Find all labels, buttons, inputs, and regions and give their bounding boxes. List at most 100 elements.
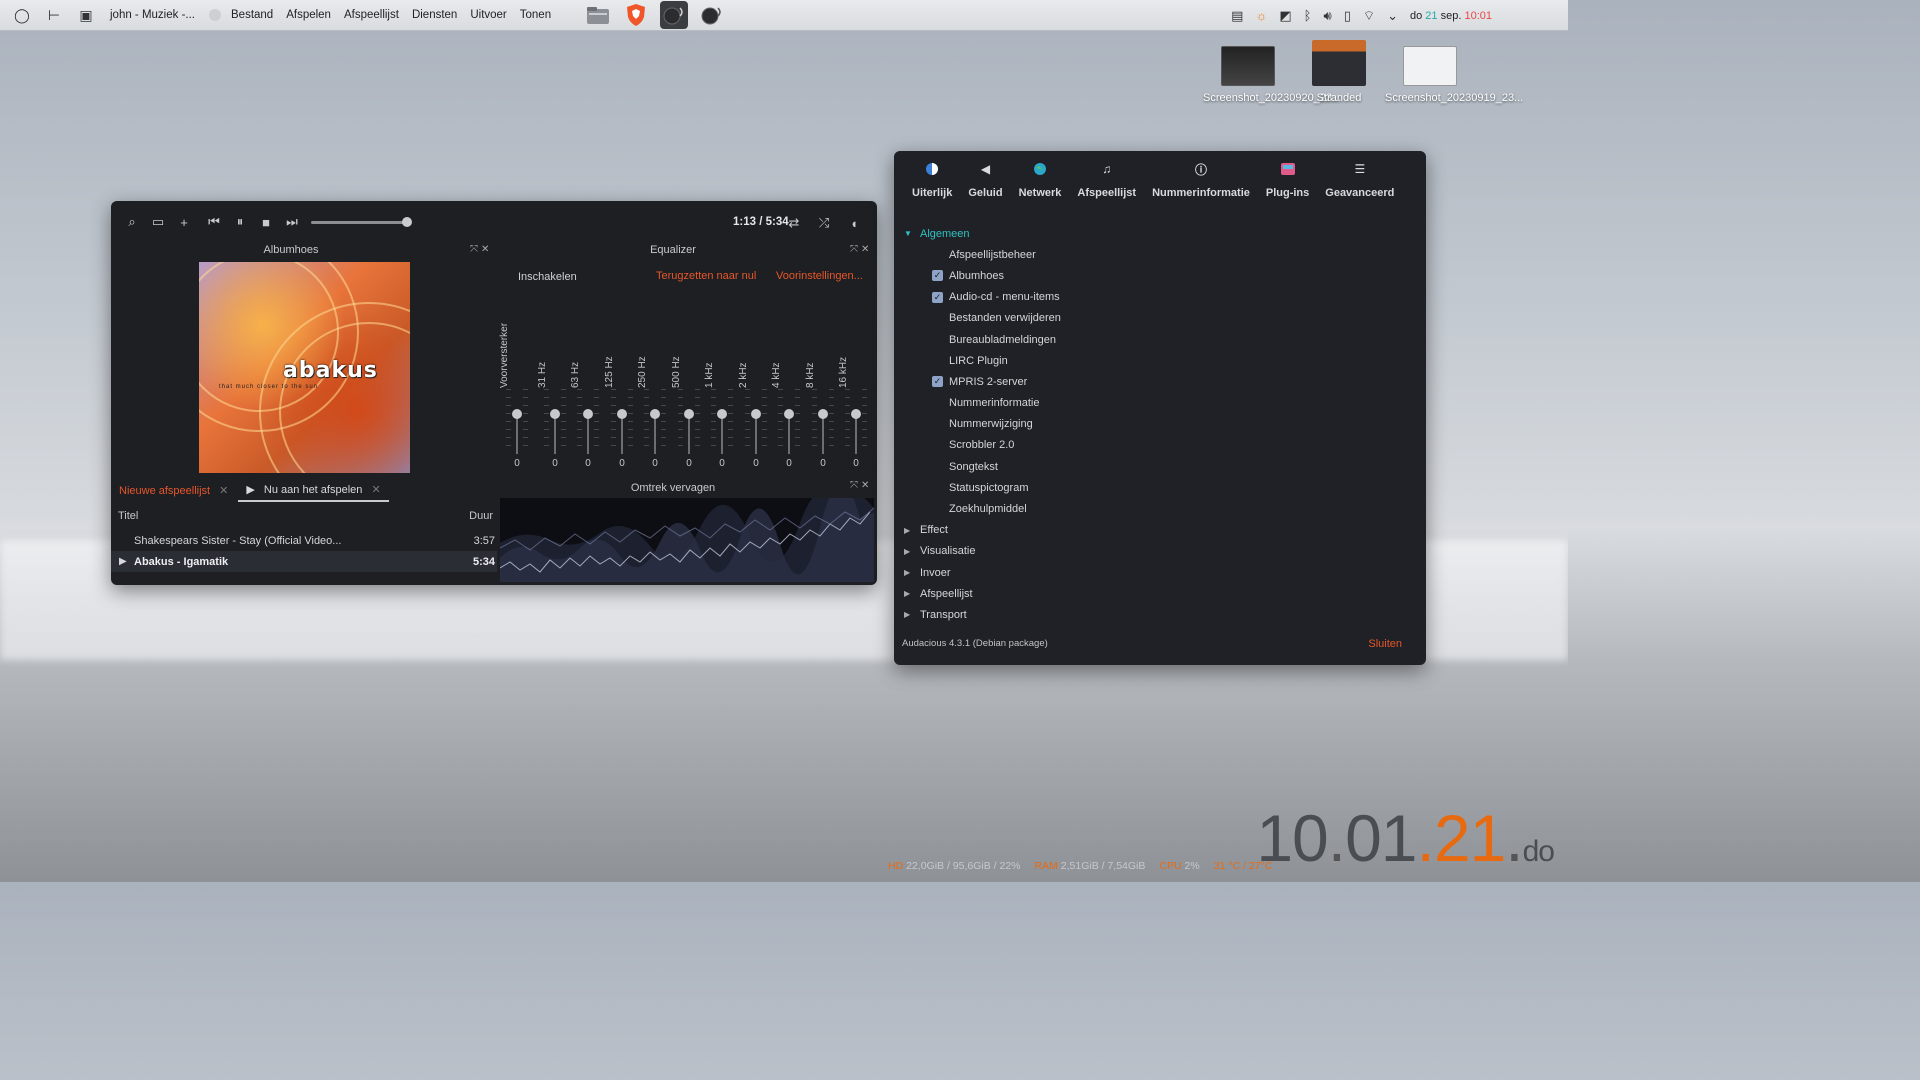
next-icon[interactable]: ⏭ [279,209,305,235]
eq-slider-track[interactable] [621,414,623,454]
window-layout-icon[interactable]: ⊢ [44,5,64,25]
tab-audio[interactable]: ◀︎ Geluid [960,161,1010,199]
file-manager-icon[interactable] [584,1,612,29]
chat-icon[interactable]: ▤ [1231,8,1243,24]
stop-icon[interactable]: ■ [253,209,279,235]
screenshot-icon[interactable]: ▣ [76,5,96,25]
tab-new-playlist[interactable]: Nieuwe afspeellijst ✕ [119,484,228,497]
column-title[interactable]: Titel [118,510,138,522]
tab-advanced[interactable]: ☰ Geavanceerd [1317,161,1402,199]
plugin-checkbox[interactable] [932,482,943,493]
seek-handle[interactable] [402,217,412,227]
desktop-icon-stranded[interactable]: Stranded [1294,40,1384,104]
desktop-icon-screenshot-2[interactable]: Screenshot_20230919_23... [1385,46,1523,104]
albumart-dock-controls[interactable]: ⤧✕ [470,244,492,255]
eq-slider-handle[interactable] [684,409,694,419]
plugin-checkbox[interactable] [932,398,943,409]
close-icon[interactable]: ✕ [371,484,380,496]
plugin-item[interactable]: Zoekhulpmiddel [904,498,1416,519]
plugin-item[interactable]: ✓ MPRIS 2-server [904,371,1416,392]
tab-song-info[interactable]: ⓘ Nummerinformatie [1144,161,1258,200]
plugin-item[interactable]: Nummerwijziging [904,414,1416,435]
plugin-checkbox[interactable] [932,249,943,260]
plugin-checkbox[interactable] [932,461,943,472]
plugin-item[interactable]: Scrobbler 2.0 [904,435,1416,456]
eq-slider-handle[interactable] [717,409,727,419]
tab-playlist[interactable]: ♫ Afspeellijst [1069,161,1144,199]
plugin-item[interactable]: Afspeellijstbeheer [904,244,1416,265]
close-icon[interactable]: ✕ [219,485,228,497]
eq-slider-track[interactable] [721,414,723,454]
plugin-item[interactable]: Statuspictogram [904,477,1416,498]
plugin-checkbox[interactable]: ✓ [932,270,943,282]
playlist-row[interactable]: Shakespears Sister - Stay (Official Vide… [111,530,497,551]
plugin-checkbox[interactable] [932,419,943,430]
tree-category[interactable]: ▶ Afspeellijst [904,583,1416,604]
equalizer-dock-controls[interactable]: ⤧✕ [850,244,872,255]
eq-slider-handle[interactable] [583,409,593,419]
eq-slider-track[interactable] [688,414,690,454]
column-duration[interactable]: Duur [469,510,493,522]
eq-slider-handle[interactable] [550,409,560,419]
eq-slider-handle[interactable] [851,409,861,419]
shuffle-icon[interactable]: ⤮ [811,210,837,236]
update-icon[interactable]: ☼ [1255,8,1267,23]
menu-afspelen[interactable]: Afspelen [286,9,331,21]
tree-category-general[interactable]: ▼ Algemeen [904,223,1416,244]
equalizer-reset-button[interactable]: Terugzetten naar nul [656,270,756,282]
tab-appearance[interactable]: Uiterlijk [904,161,960,199]
chevron-right-icon[interactable]: ▶ [904,589,920,598]
eq-slider-track[interactable] [654,414,656,454]
visualizer-dock-controls[interactable]: ⤧✕ [850,480,872,491]
previous-icon[interactable]: ⏮ [201,209,227,235]
plugin-checkbox[interactable] [932,355,943,366]
wifi-icon[interactable]: ⌔ [1363,8,1375,24]
chevron-right-icon[interactable]: ▶ [904,547,920,556]
chevron-right-icon[interactable]: ▶ [904,610,920,619]
eq-slider-track[interactable] [788,414,790,454]
plugin-checkbox[interactable]: ✓ [932,376,943,388]
equalizer-presets-button[interactable]: Voorinstellingen... [776,270,863,282]
tree-category[interactable]: ▶ Invoer [904,562,1416,583]
menu-afspeellijst[interactable]: Afspeellijst [344,9,399,21]
eq-slider-handle[interactable] [512,409,522,419]
audacious-icon-1[interactable] [660,1,689,29]
plugin-item[interactable]: ✓ Albumhoes [904,265,1416,286]
eq-slider-handle[interactable] [818,409,828,419]
menu-tonen[interactable]: Tonen [520,9,551,21]
brave-browser-icon[interactable] [622,1,650,29]
menu-bestand[interactable]: Bestand [231,9,273,21]
repeat-icon[interactable]: ⇄ [781,210,807,236]
equalizer-enable-toggle[interactable]: Inschakelen [518,271,577,283]
search-icon[interactable]: ⌕ [119,209,145,235]
chevron-right-icon[interactable]: ▶ [904,568,920,577]
seek-slider[interactable] [311,217,412,227]
eq-slider-handle[interactable] [784,409,794,419]
plugin-item[interactable]: LIRC Plugin [904,350,1416,371]
menu-diensten[interactable]: Diensten [412,9,457,21]
eq-slider-track[interactable] [822,414,824,454]
menu-uitvoer[interactable]: Uitvoer [470,9,506,21]
tab-plugins[interactable]: Plug-ins [1258,161,1317,199]
tree-category[interactable]: ▶ Visualisatie [904,541,1416,562]
plugin-item[interactable]: Nummerinformatie [904,393,1416,414]
desktop-icon-screenshot-1[interactable]: Screenshot_20230920_23... [1203,46,1341,104]
tray-datetime[interactable]: do 21 sep. 10:01 [1410,10,1492,22]
pause-icon[interactable]: ⏸ [227,209,253,235]
tree-category[interactable]: ▶ Effect [904,520,1416,541]
bluetooth-icon[interactable]: ᛒ [1304,8,1312,23]
plugin-checkbox[interactable] [932,313,943,324]
plugin-item[interactable]: Bureaubladmeldingen [904,329,1416,350]
plugin-item[interactable]: ✓ Audio-cd - menu-items [904,287,1416,308]
plugin-checkbox[interactable] [932,504,943,515]
volume-icon[interactable]: 🔊︎ [1323,8,1331,24]
tab-network[interactable]: Netwerk [1011,161,1070,199]
eq-slider-track[interactable] [587,414,589,454]
add-icon[interactable]: + [171,209,197,235]
window-title[interactable]: john - Muziek -... [110,9,195,21]
clipboard-icon[interactable]: ◩ [1279,8,1291,24]
plugin-checkbox[interactable] [932,334,943,345]
close-button[interactable]: Sluiten [1368,638,1402,650]
plugin-item[interactable]: Songtekst [904,456,1416,477]
plugin-checkbox[interactable]: ✓ [932,291,943,303]
